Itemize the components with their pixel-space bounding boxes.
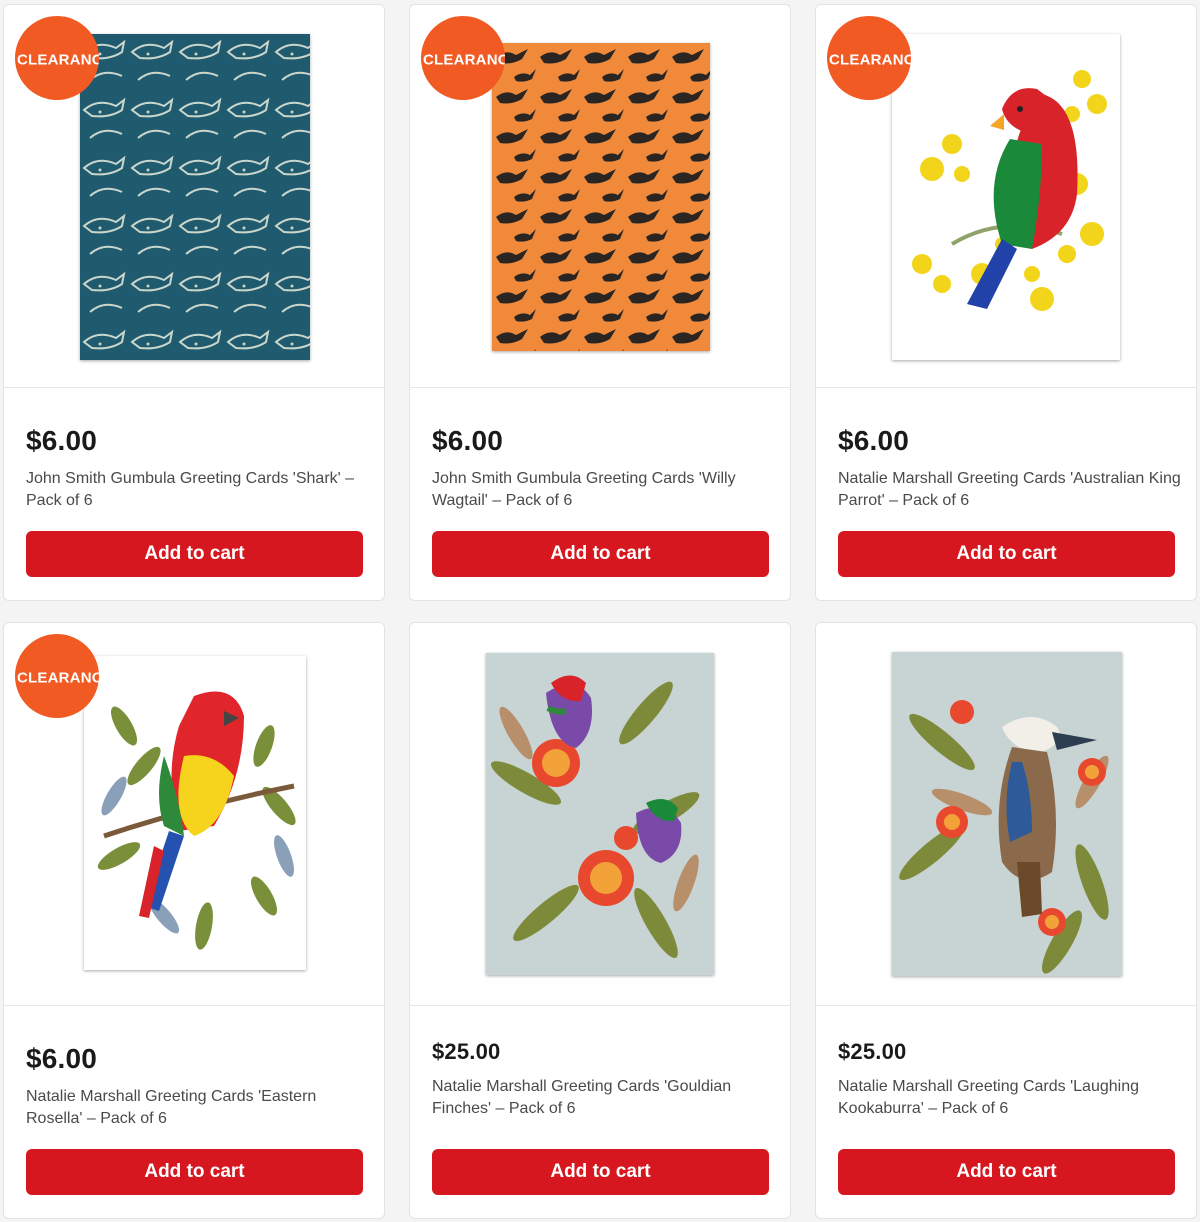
clearance-badge: CLEARANCE: [421, 16, 505, 100]
product-price: $25.00: [432, 1039, 501, 1064]
product-title[interactable]: John Smith Gumbula Greeting Cards 'Shark…: [26, 468, 371, 512]
product-card: CLEARANCE $6.00 Natalie Marshall Greetin…: [815, 4, 1197, 601]
product-title[interactable]: Natalie Marshall Greeting Cards 'Gouldia…: [432, 1076, 777, 1120]
product-image-area[interactable]: CLEARANCE: [816, 5, 1196, 388]
product-price: $25.00: [838, 1039, 907, 1064]
add-to-cart-button[interactable]: Add to cart: [26, 531, 363, 577]
product-title[interactable]: Natalie Marshall Greeting Cards 'Austral…: [838, 468, 1183, 512]
product-image-area[interactable]: [816, 623, 1196, 1006]
product-image[interactable]: [84, 656, 306, 970]
add-to-cart-button[interactable]: Add to cart: [838, 531, 1175, 577]
product-title[interactable]: Natalie Marshall Greeting Cards 'Laughin…: [838, 1076, 1183, 1120]
product-image[interactable]: [80, 34, 310, 360]
product-image-area[interactable]: CLEARANCE: [4, 623, 384, 1006]
product-price: $6.00: [432, 425, 504, 456]
product-image[interactable]: [892, 652, 1122, 976]
product-image[interactable]: [892, 34, 1120, 360]
product-price: $6.00: [26, 425, 98, 456]
product-image-area[interactable]: [410, 623, 790, 1006]
clearance-badge: CLEARANCE: [15, 16, 99, 100]
clearance-badge: CLEARANCE: [15, 634, 99, 718]
product-image-area[interactable]: CLEARANCE: [410, 5, 790, 388]
product-image[interactable]: [486, 653, 714, 975]
product-price: $6.00: [838, 425, 910, 456]
product-card: $25.00 Natalie Marshall Greeting Cards '…: [815, 622, 1197, 1219]
product-card: CLEARANCE $6.00 John Smith Gumbula Greet…: [3, 4, 385, 601]
add-to-cart-button[interactable]: Add to cart: [838, 1149, 1175, 1195]
product-price: $6.00: [26, 1043, 98, 1074]
product-title[interactable]: John Smith Gumbula Greeting Cards 'Willy…: [432, 468, 777, 512]
product-image[interactable]: [492, 43, 710, 351]
product-card: CLEARANCE $6.00 John Smith Gumbula Greet…: [409, 4, 791, 601]
add-to-cart-button[interactable]: Add to cart: [26, 1149, 363, 1195]
product-card: $25.00 Natalie Marshall Greeting Cards '…: [409, 622, 791, 1219]
product-title[interactable]: Natalie Marshall Greeting Cards 'Eastern…: [26, 1086, 371, 1130]
add-to-cart-button[interactable]: Add to cart: [432, 531, 769, 577]
clearance-badge: CLEARANCE: [827, 16, 911, 100]
add-to-cart-button[interactable]: Add to cart: [432, 1149, 769, 1195]
product-card: CLEARANCE $6.00 Natalie Marshall Greetin…: [3, 622, 385, 1219]
product-image-area[interactable]: CLEARANCE: [4, 5, 384, 388]
